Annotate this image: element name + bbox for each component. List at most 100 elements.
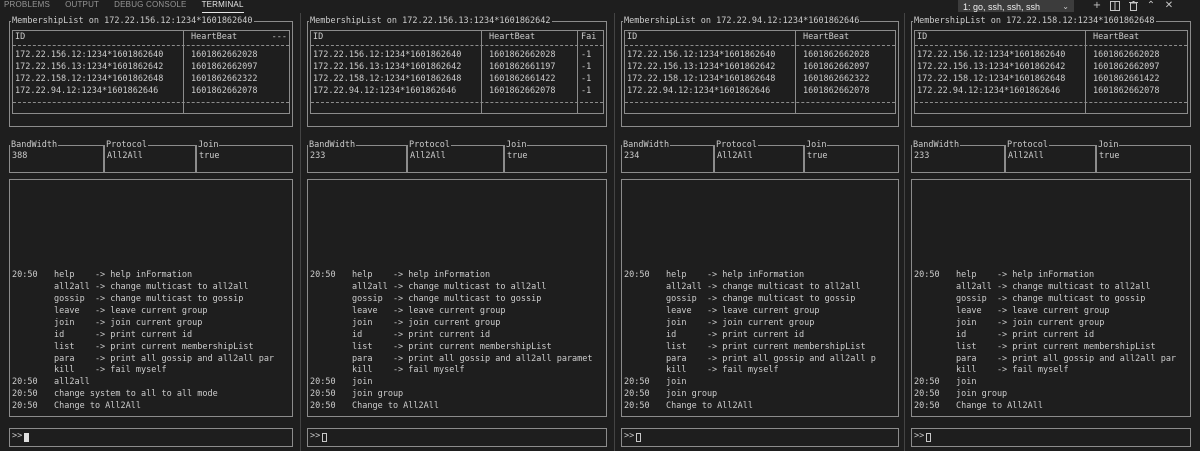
heartbeat-column-header: HeartBeat — [1093, 32, 1140, 42]
terminal-pane[interactable]: MembershipList on 172.22.158.12:1234*160… — [910, 13, 1192, 451]
table-row: 172.22.156.13:1234*1601862642 16018626620… — [915, 62, 1187, 74]
table-row: 172.22.158.12:1234*1601862648 16018626623… — [13, 74, 289, 86]
more-columns-indicator: --- — [271, 32, 287, 42]
log-timestamp: 20:50 — [624, 270, 650, 281]
text-cursor — [636, 433, 641, 442]
table-header-row: ID HeartBeat — [915, 32, 1187, 44]
member-heartbeat: 1601862661422 — [1093, 74, 1160, 84]
membership-list-title: MembershipList on 172.22.94.12:1234*1601… — [623, 15, 861, 27]
trash-icon[interactable] — [1124, 0, 1142, 12]
member-heartbeat: 1601862662078 — [489, 86, 556, 96]
log-text: join — [666, 377, 687, 388]
log-text: list -> print current membershipList — [956, 341, 1156, 352]
table-row: 172.22.158.12:1234*1601862648 16018626623… — [625, 74, 895, 86]
split-terminal-icon[interactable] — [1106, 0, 1124, 12]
terminal-pane[interactable]: MembershipList on 172.22.94.12:1234*1601… — [620, 13, 900, 451]
log-text: gossip -> change multicast to gossip — [956, 294, 1146, 304]
bandwidth-title: BandWidth — [622, 139, 671, 151]
member-heartbeat: 1601862661197 — [489, 62, 556, 72]
join-box: Join true — [804, 139, 899, 173]
log-text: change system to all to all mode — [54, 389, 218, 400]
table-bottom-divider — [311, 102, 603, 103]
log-text: Change to All2All — [352, 401, 439, 412]
table-row: 172.22.156.13:1234*1601862642 16018626620… — [625, 62, 895, 74]
protocol-box: Protocol All2All — [1005, 139, 1096, 173]
log-text: Change to All2All — [956, 401, 1043, 412]
log-timestamp: 20:50 — [310, 377, 336, 388]
header-divider — [311, 45, 603, 46]
command-input[interactable]: >> — [621, 428, 899, 447]
log-timestamp: 20:50 — [12, 389, 38, 400]
command-input[interactable]: >> — [9, 428, 293, 447]
log-text: join -> join current group — [666, 317, 815, 328]
table-bottom-divider — [625, 102, 895, 103]
protocol-title: Protocol — [105, 139, 148, 151]
member-heartbeat: 1601862662078 — [1093, 86, 1160, 96]
member-heartbeat: 1601862662028 — [1093, 50, 1160, 60]
terminal-pane[interactable]: MembershipList on 172.22.156.12:1234*160… — [8, 13, 294, 451]
log-text: all2all -> change multicast to all2all — [956, 282, 1151, 293]
membership-list-title: MembershipList on 172.22.156.12:1234*160… — [11, 15, 254, 27]
plus-icon[interactable]: + — [1088, 0, 1106, 12]
log-text: all2all -> change multicast to all2all — [352, 282, 547, 293]
member-heartbeat: 1601862662322 — [803, 74, 870, 84]
header-divider — [915, 45, 1187, 46]
tab-terminal[interactable]: TERMINAL — [201, 0, 244, 13]
terminal-select[interactable]: 1: go, ssh, ssh, ssh ⌄ — [958, 0, 1074, 12]
log-timestamp: 20:50 — [12, 401, 38, 412]
protocol-title: Protocol — [715, 139, 758, 151]
member-id: 172.22.156.12:1234*1601862640 — [15, 50, 164, 60]
log-text: join — [956, 377, 977, 388]
tab-debug-console[interactable]: DEBUG CONSOLE — [114, 0, 186, 12]
pane-divider[interactable] — [614, 13, 615, 451]
panel-actions: + ⌃ ✕ — [1088, 0, 1178, 12]
join-value: true — [1099, 151, 1120, 161]
membership-list-title: MembershipList on 172.22.156.13:1234*160… — [309, 15, 552, 27]
member-fail-count: -1 — [581, 62, 592, 72]
member-fail-count: -1 — [581, 74, 592, 84]
log-text: join — [352, 377, 373, 388]
protocol-value: All2All — [717, 151, 753, 161]
text-cursor — [24, 433, 29, 442]
command-prompt: >> — [914, 431, 925, 441]
membership-list-box: MembershipList on 172.22.94.12:1234*1601… — [621, 15, 899, 127]
chevron-up-icon[interactable]: ⌃ — [1142, 0, 1160, 12]
join-title: Join — [1097, 139, 1120, 151]
panel-tabs: PROBLEMS OUTPUT DEBUG CONSOLE TERMINAL — [4, 0, 259, 13]
log-text: all2all — [54, 377, 90, 388]
log-timestamp: 20:50 — [12, 377, 38, 388]
command-input[interactable]: >> — [307, 428, 607, 447]
terminal-pane[interactable]: MembershipList on 172.22.156.13:1234*160… — [306, 13, 608, 451]
bandwidth-title: BandWidth — [912, 139, 961, 151]
log-timestamp: 20:50 — [914, 270, 940, 281]
membership-list-box: MembershipList on 172.22.156.13:1234*160… — [307, 15, 607, 127]
table-row: 172.22.156.12:1234*1601862640 16018626620… — [13, 50, 289, 62]
join-box: Join true — [1096, 139, 1191, 173]
log-timestamp: 20:50 — [310, 401, 336, 412]
join-value: true — [807, 151, 828, 161]
bandwidth-title: BandWidth — [308, 139, 357, 151]
log-text: id -> print current id — [54, 329, 193, 340]
pane-divider[interactable] — [300, 13, 301, 451]
member-id: 172.22.156.12:1234*1601862640 — [917, 50, 1066, 60]
bandwidth-box: BandWidth 234 — [621, 139, 714, 173]
table-bottom-divider — [13, 102, 289, 103]
member-id: 172.22.94.12:1234*1601862646 — [917, 86, 1061, 96]
panel-header: PROBLEMS OUTPUT DEBUG CONSOLE TERMINAL 1… — [0, 0, 1200, 13]
table-row: 172.22.156.12:1234*1601862640 16018626620… — [915, 50, 1187, 62]
text-cursor — [926, 433, 931, 442]
close-icon[interactable]: ✕ — [1160, 0, 1178, 12]
bandwidth-value: 234 — [624, 151, 640, 161]
protocol-value: All2All — [1008, 151, 1044, 161]
member-heartbeat: 1601862662078 — [191, 86, 258, 96]
log-output-box: 20:50 help -> help inFormation all2all -> … — [621, 179, 899, 417]
tab-output[interactable]: OUTPUT — [65, 0, 99, 12]
command-prompt: >> — [624, 431, 635, 441]
pane-divider[interactable] — [904, 13, 905, 451]
protocol-value: All2All — [410, 151, 446, 161]
command-input[interactable]: >> — [911, 428, 1191, 447]
bandwidth-value: 233 — [310, 151, 326, 161]
member-fail-count: -1 — [581, 50, 592, 60]
tab-problems[interactable]: PROBLEMS — [4, 0, 50, 12]
id-column-header: ID — [627, 32, 638, 42]
